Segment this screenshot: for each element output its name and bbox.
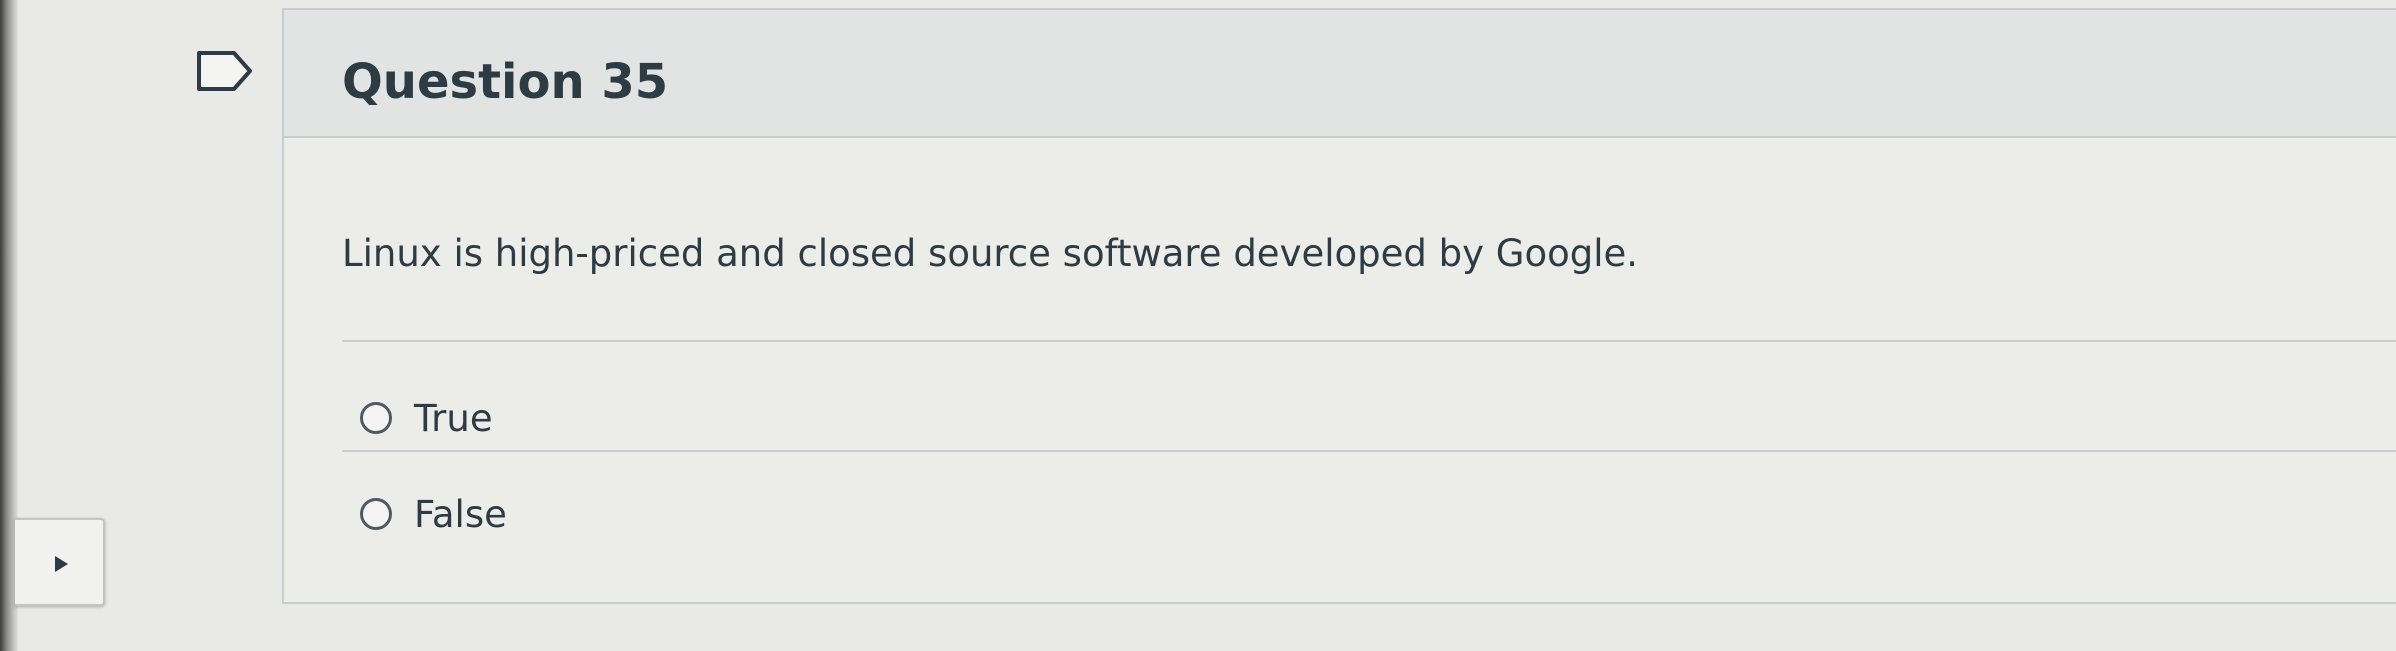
question-title: Question 35 <box>342 54 669 110</box>
flag-question-icon[interactable] <box>196 50 254 92</box>
answer-divider <box>342 340 2396 342</box>
radio-button[interactable] <box>360 498 392 530</box>
answer-label: False <box>414 492 507 536</box>
answer-divider <box>342 450 2396 452</box>
answer-label: True <box>414 396 493 440</box>
question-card: Question 35 Linux is high-priced and clo… <box>282 8 2396 604</box>
question-text: Linux is high-priced and closed source s… <box>342 232 1639 275</box>
answer-option-true[interactable]: True <box>360 394 493 442</box>
answer-option-false[interactable]: False <box>360 490 507 538</box>
radio-button[interactable] <box>360 402 392 434</box>
question-nav-toggle-button[interactable] <box>15 518 105 606</box>
caret-right-icon <box>55 556 68 572</box>
question-header: Question 35 <box>284 10 2396 138</box>
